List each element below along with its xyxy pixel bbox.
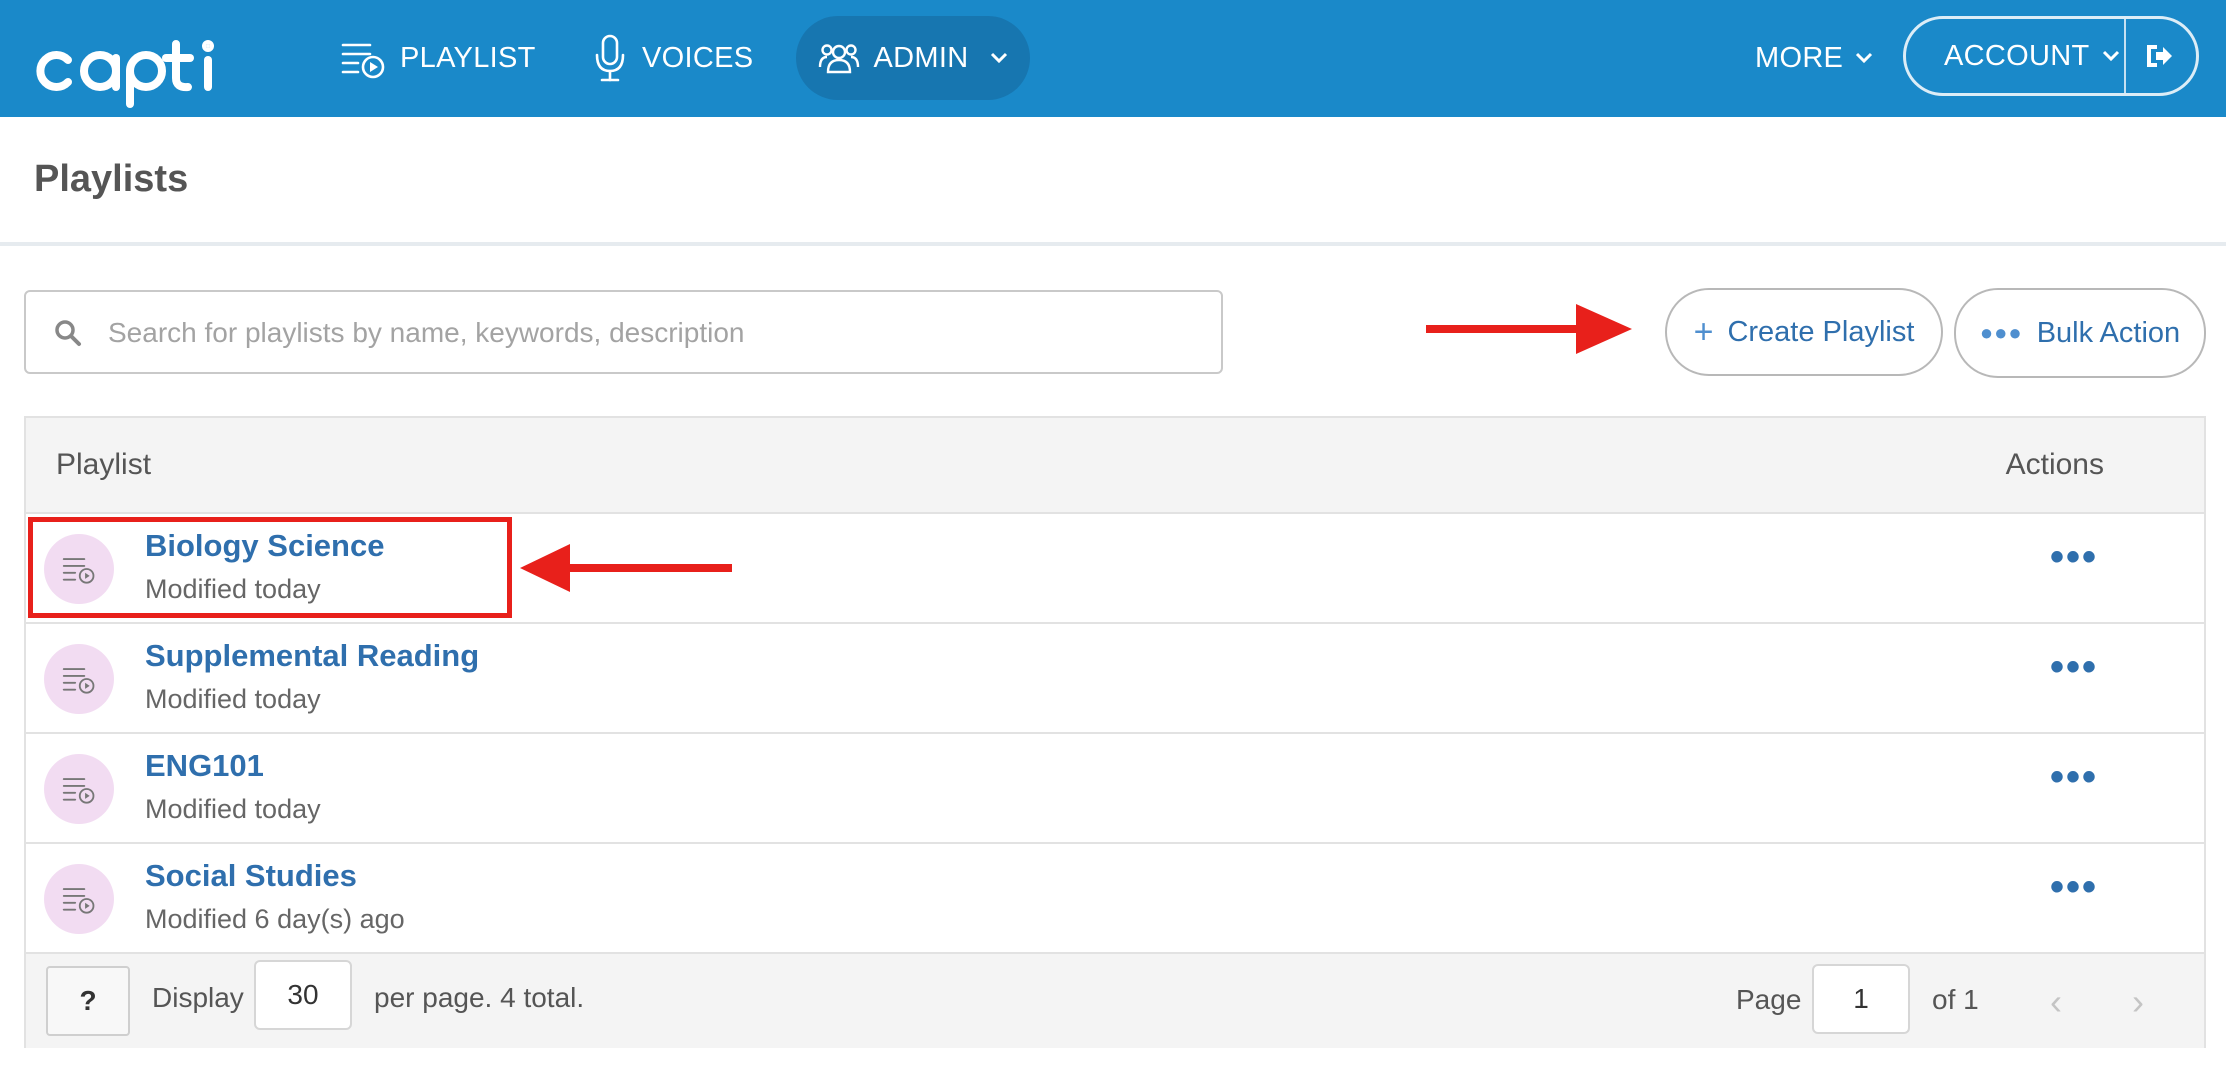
page-count-text: of 1 — [1932, 984, 1979, 1015]
create-playlist-label: Create Playlist — [1727, 315, 1915, 348]
nav-playlist-label: PLAYLIST — [400, 41, 536, 74]
chevron-down-icon — [2102, 50, 2119, 62]
table-footer: ? Display per page. 4 total. Page of 1 ‹… — [26, 954, 2204, 1048]
chevron-down-icon — [991, 52, 1008, 64]
nav-voices-label: VOICES — [642, 41, 754, 74]
search-box — [24, 290, 1223, 374]
playlist-title-link[interactable]: Social Studies — [145, 858, 357, 894]
per-page-total-text: per page. 4 total. — [374, 982, 585, 1013]
table-row[interactable]: Supplemental Reading Modified today ••• — [26, 624, 2204, 734]
nav-voices[interactable]: VOICES — [592, 16, 753, 100]
header-divider — [0, 242, 2226, 246]
display-label: Display — [152, 982, 244, 1013]
table-row[interactable]: Biology Science Modified today ••• — [26, 514, 2204, 624]
row-actions-menu[interactable]: ••• — [2044, 867, 2104, 922]
playlists-table: Playlist Actions Biology Science Modifie… — [24, 416, 2206, 1048]
playlist-title-link[interactable]: Supplemental Reading — [145, 638, 479, 674]
nav-more[interactable]: MORE — [1755, 16, 1873, 100]
nav-account-label: ACCOUNT — [1944, 39, 2090, 72]
top-navbar: PLAYLIST VOICES ADMIN MORE ACCOUNT — [0, 0, 2226, 117]
row-actions-menu[interactable]: ••• — [2044, 537, 2104, 592]
table-row[interactable]: Social Studies Modified 6 day(s) ago ••• — [26, 844, 2204, 954]
capti-logo[interactable] — [34, 18, 234, 110]
users-icon — [818, 44, 859, 74]
playlist-title-link[interactable]: Biology Science — [145, 528, 384, 564]
microphone-icon — [595, 34, 625, 82]
create-playlist-button[interactable]: + Create Playlist — [1665, 288, 1943, 376]
table-header: Playlist Actions — [26, 418, 2204, 514]
playlist-icon — [44, 864, 114, 934]
playlist-modified: Modified 6 day(s) ago — [145, 904, 405, 934]
column-header-actions: Actions — [2005, 448, 2104, 481]
bulk-action-button[interactable]: ●●● Bulk Action — [1954, 288, 2206, 378]
page-number-input[interactable] — [1812, 964, 1910, 1034]
page-label: Page — [1736, 984, 1802, 1015]
logout-icon[interactable] — [2144, 42, 2174, 70]
playlist-modified: Modified today — [145, 794, 321, 824]
chevron-down-icon — [1856, 52, 1873, 64]
playlist-icon — [44, 754, 114, 824]
row-actions-menu[interactable]: ••• — [2044, 757, 2104, 812]
page-title: Playlists — [34, 158, 189, 200]
account-divider — [2124, 19, 2126, 93]
playlist-modified: Modified today — [145, 684, 321, 714]
annotation-arrow-right — [1426, 304, 1632, 354]
table-row[interactable]: ENG101 Modified today ••• — [26, 734, 2204, 844]
bulk-action-label: Bulk Action — [2036, 316, 2181, 349]
playlist-title-link[interactable]: ENG101 — [145, 748, 264, 784]
plus-icon: + — [1693, 313, 1714, 351]
search-icon — [55, 320, 81, 346]
per-page-input[interactable] — [254, 960, 352, 1030]
playlist-icon — [341, 43, 385, 79]
search-input[interactable] — [106, 292, 1210, 374]
nav-more-label: MORE — [1755, 41, 1844, 74]
more-dots-icon: ●●● — [1979, 320, 2023, 345]
row-actions-menu[interactable]: ••• — [2044, 647, 2104, 702]
chevron-left-icon[interactable]: ‹ — [2050, 984, 2062, 1020]
nav-admin-label: ADMIN — [873, 41, 969, 74]
playlist-icon — [44, 534, 114, 604]
column-header-playlist: Playlist — [56, 448, 152, 481]
nav-playlist[interactable]: PLAYLIST — [340, 16, 536, 100]
help-button[interactable]: ? — [46, 966, 130, 1036]
playlist-icon — [44, 644, 114, 714]
account-menu[interactable]: ACCOUNT — [1903, 16, 2199, 96]
chevron-right-icon[interactable]: › — [2132, 984, 2144, 1020]
nav-admin[interactable]: ADMIN — [796, 16, 1030, 100]
playlist-modified: Modified today — [145, 574, 321, 604]
